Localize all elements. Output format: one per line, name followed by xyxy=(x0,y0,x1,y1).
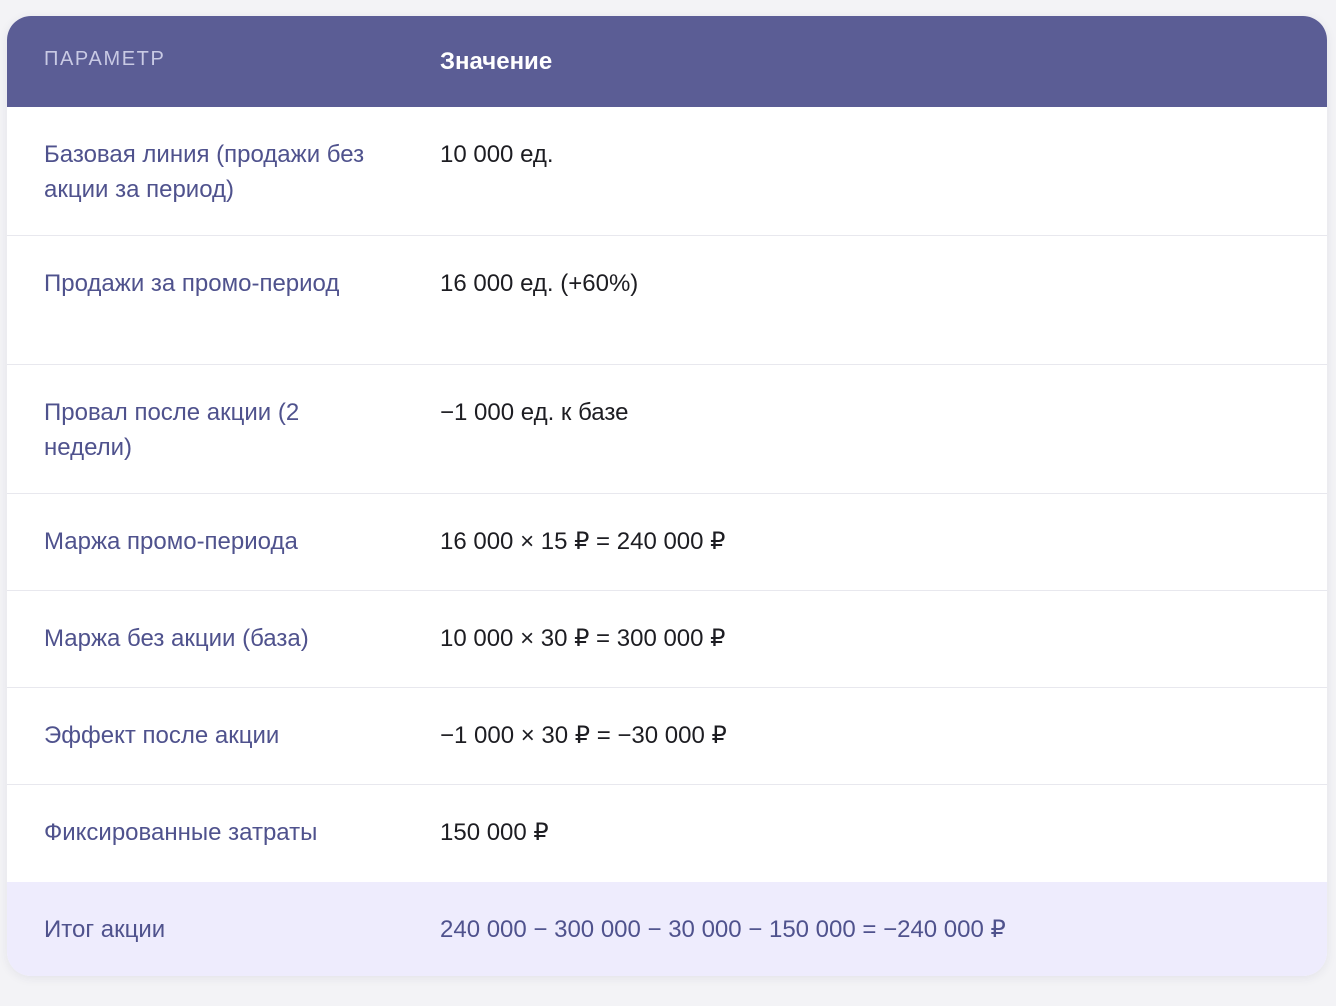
row-value: 16 000 × 15 ₽ = 240 000 ₽ xyxy=(440,528,726,555)
table-row: Эффект после акции −1 000 × 30 ₽ = −30 0… xyxy=(7,688,1327,785)
table-row: Фиксированные затраты 150 000 ₽ xyxy=(7,785,1327,882)
table-row: Провал после акции (2 недели) −1 000 ед.… xyxy=(7,365,1327,494)
parameters-table: ПАРАМЕТР Значение Базовая линия (продажи… xyxy=(7,16,1327,976)
header-value-label: Значение xyxy=(440,48,553,75)
row-value: −1 000 × 30 ₽ = −30 000 ₽ xyxy=(440,722,727,749)
row-value: 150 000 ₽ xyxy=(440,819,549,846)
row-value: 16 000 ед. (+60%) xyxy=(440,270,639,297)
row-param: Провал после акции (2 недели) xyxy=(44,399,300,461)
total-param: Итог акции xyxy=(44,916,166,943)
row-value: 10 000 ед. xyxy=(440,141,554,168)
total-row: Итог акции 240 000 − 300 000 − 30 000 − … xyxy=(7,882,1327,976)
table-row: Базовая линия (продажи без акции за пери… xyxy=(7,107,1327,236)
row-param: Базовая линия (продажи без акции за пери… xyxy=(44,141,365,203)
row-param: Продажи за промо-период xyxy=(44,270,340,297)
table-row: Маржа без акции (база) 10 000 × 30 ₽ = 3… xyxy=(7,591,1327,688)
header-param-label: ПАРАМЕТР xyxy=(44,48,166,70)
row-param: Маржа промо-периода xyxy=(44,528,298,555)
table-header: ПАРАМЕТР Значение xyxy=(7,16,1327,107)
row-value: 10 000 × 30 ₽ = 300 000 ₽ xyxy=(440,625,726,652)
row-value: −1 000 ед. к базе xyxy=(440,399,629,426)
table-row: Маржа промо-периода 16 000 × 15 ₽ = 240 … xyxy=(7,494,1327,591)
row-param: Фиксированные затраты xyxy=(44,819,318,846)
table-row: Продажи за промо-период 16 000 ед. (+60%… xyxy=(7,236,1327,365)
row-param: Маржа без акции (база) xyxy=(44,625,309,652)
row-param: Эффект после акции xyxy=(44,722,280,749)
total-value: 240 000 − 300 000 − 30 000 − 150 000 = −… xyxy=(440,916,1006,943)
